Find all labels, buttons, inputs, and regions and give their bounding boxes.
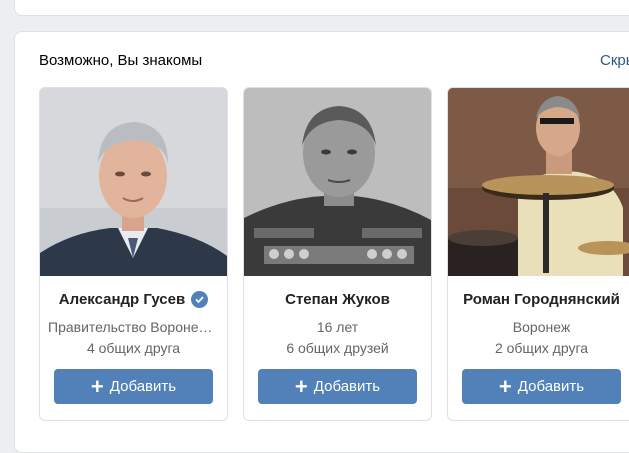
people-you-may-know-panel: Возможно, Вы знакомы Скрыть Александр Гу… — [14, 31, 629, 453]
mutual-friends[interactable]: 6 общих друзей — [252, 340, 423, 356]
plus-icon: + — [294, 373, 308, 399]
add-friend-label: Добавить — [313, 378, 381, 395]
friend-suggestion-card[interactable]: Степан Жуков 16 лет 6 общих друзей + Доб… — [243, 87, 432, 421]
profile-name-row[interactable]: Александр Гусев — [48, 291, 219, 308]
profile-name[interactable]: Александр Гусев — [59, 291, 185, 308]
add-friend-button[interactable]: + Добавить — [54, 369, 213, 404]
profile-photo[interactable] — [244, 88, 431, 276]
previous-panel — [14, 0, 629, 16]
add-friend-label: Добавить — [109, 378, 177, 395]
profile-info: 16 лет — [316, 319, 359, 335]
profile-name-row[interactable]: Роман Городнянский — [456, 291, 627, 308]
profile-info: Правительство Воронежской области — [48, 319, 219, 335]
profile-name[interactable]: Роман Городнянский — [463, 291, 620, 308]
profile-photo[interactable] — [448, 88, 629, 276]
panel-title: Возможно, Вы знакомы — [39, 52, 203, 69]
add-friend-button[interactable]: + Добавить — [258, 369, 417, 404]
friend-suggestion-card[interactable]: Александр Гусев Правительство Воронежско… — [39, 87, 228, 421]
plus-icon: + — [90, 373, 104, 399]
verified-badge-icon — [191, 291, 209, 308]
profile-name[interactable]: Степан Жуков — [285, 291, 390, 308]
mutual-friends[interactable]: 2 общих друга — [456, 340, 627, 356]
panel-action-link[interactable]: Скрыть — [600, 52, 629, 69]
add-friend-label: Добавить — [517, 378, 585, 395]
mutual-friends[interactable]: 4 общих друга — [48, 340, 219, 356]
profile-info: Воронеж — [512, 319, 571, 335]
profile-name-row[interactable]: Степан Жуков — [252, 291, 423, 308]
add-friend-button[interactable]: + Добавить — [462, 369, 621, 404]
friend-suggestion-card[interactable]: Роман Городнянский Воронеж 2 общих друга… — [447, 87, 629, 421]
plus-icon: + — [498, 373, 512, 399]
profile-photo[interactable] — [40, 88, 227, 276]
